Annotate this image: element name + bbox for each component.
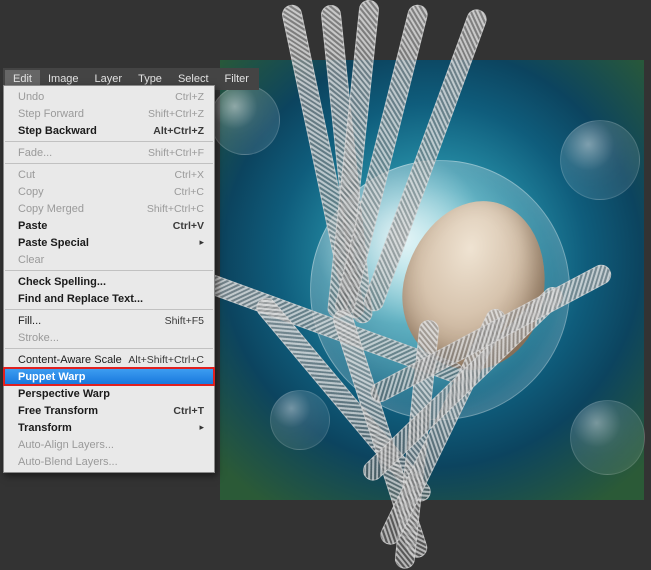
- menu-item-clear: Clear: [4, 251, 214, 268]
- menu-item-label: Paste Special: [18, 237, 193, 249]
- menu-item-shortcut: Alt+Ctrl+Z: [153, 125, 204, 137]
- menu-item-perspective-warp[interactable]: Perspective Warp: [4, 385, 214, 402]
- menu-item-label: Content-Aware Scale: [18, 354, 128, 366]
- menu-item-shortcut: Shift+Ctrl+C: [147, 203, 204, 215]
- menu-item-shortcut: Ctrl+Z: [175, 91, 204, 103]
- menu-item-step-forward: Step ForwardShift+Ctrl+Z: [4, 105, 214, 122]
- menu-item-paste[interactable]: PasteCtrl+V: [4, 217, 214, 234]
- menu-item-step-backward[interactable]: Step BackwardAlt+Ctrl+Z: [4, 122, 214, 139]
- menu-item-label: Copy Merged: [18, 203, 147, 215]
- menu-item-label: Check Spelling...: [18, 276, 204, 288]
- menu-item-content-aware-scale[interactable]: Content-Aware ScaleAlt+Shift+Ctrl+C: [4, 351, 214, 368]
- menu-item-shortcut: Shift+F5: [165, 315, 204, 327]
- menu-separator: [5, 270, 213, 271]
- menu-item-label: Clear: [18, 254, 204, 266]
- menu-item-label: Find and Replace Text...: [18, 293, 204, 305]
- menu-item-check-spelling[interactable]: Check Spelling...: [4, 273, 214, 290]
- menu-item-label: Undo: [18, 91, 175, 103]
- menu-item-fade: Fade...Shift+Ctrl+F: [4, 144, 214, 161]
- menu-item-auto-align-layers: Auto-Align Layers...: [4, 436, 214, 453]
- menu-item-label: Fade...: [18, 147, 148, 159]
- menu-item-label: Free Transform: [18, 405, 173, 417]
- menu-item-label: Auto-Blend Layers...: [18, 456, 204, 468]
- menu-item-auto-blend-layers: Auto-Blend Layers...: [4, 453, 214, 470]
- menu-item-label: Step Backward: [18, 125, 153, 137]
- menu-item-label: Transform: [18, 422, 193, 434]
- menu-separator: [5, 348, 213, 349]
- menu-item-label: Step Forward: [18, 108, 148, 120]
- menu-item-label: Copy: [18, 186, 174, 198]
- menu-item-cut: CutCtrl+X: [4, 166, 214, 183]
- menu-item-label: Auto-Align Layers...: [18, 439, 204, 451]
- bubble-decoration: [270, 390, 330, 450]
- bubble-decoration: [210, 85, 280, 155]
- menu-separator: [5, 309, 213, 310]
- menu-item-shortcut: Ctrl+X: [175, 169, 204, 181]
- menu-item-shortcut: Shift+Ctrl+F: [148, 147, 204, 159]
- menu-item-label: Stroke...: [18, 332, 204, 344]
- menu-item-copy-merged: Copy MergedShift+Ctrl+C: [4, 200, 214, 217]
- menu-item-find-and-replace-text[interactable]: Find and Replace Text...: [4, 290, 214, 307]
- menu-item-free-transform[interactable]: Free TransformCtrl+T: [4, 402, 214, 419]
- menu-item-label: Cut: [18, 169, 175, 181]
- menu-filter[interactable]: Filter: [217, 70, 257, 88]
- menu-separator: [5, 141, 213, 142]
- menu-item-copy: CopyCtrl+C: [4, 183, 214, 200]
- menu-item-transform[interactable]: Transform: [4, 419, 214, 436]
- menu-item-shortcut: Ctrl+T: [173, 405, 204, 417]
- menu-item-paste-special[interactable]: Paste Special: [4, 234, 214, 251]
- menu-item-shortcut: Ctrl+C: [174, 186, 204, 198]
- menu-item-puppet-warp[interactable]: Puppet Warp: [4, 368, 214, 385]
- menu-item-label: Perspective Warp: [18, 388, 204, 400]
- menu-item-label: Paste: [18, 220, 173, 232]
- menu-item-shortcut: Ctrl+V: [173, 220, 204, 232]
- menu-item-fill[interactable]: Fill...Shift+F5: [4, 312, 214, 329]
- menu-separator: [5, 163, 213, 164]
- menu-item-stroke: Stroke...: [4, 329, 214, 346]
- menu-item-shortcut: Shift+Ctrl+Z: [148, 108, 204, 120]
- menu-item-label: Fill...: [18, 315, 165, 327]
- menu-item-label: Puppet Warp: [18, 371, 204, 383]
- edit-dropdown-menu: UndoCtrl+ZStep ForwardShift+Ctrl+ZStep B…: [3, 85, 215, 473]
- bubble-decoration: [560, 120, 640, 200]
- menu-item-shortcut: Alt+Shift+Ctrl+C: [128, 354, 204, 366]
- document-canvas[interactable]: [220, 60, 644, 500]
- bubble-decoration: [570, 400, 645, 475]
- menu-item-undo: UndoCtrl+Z: [4, 88, 214, 105]
